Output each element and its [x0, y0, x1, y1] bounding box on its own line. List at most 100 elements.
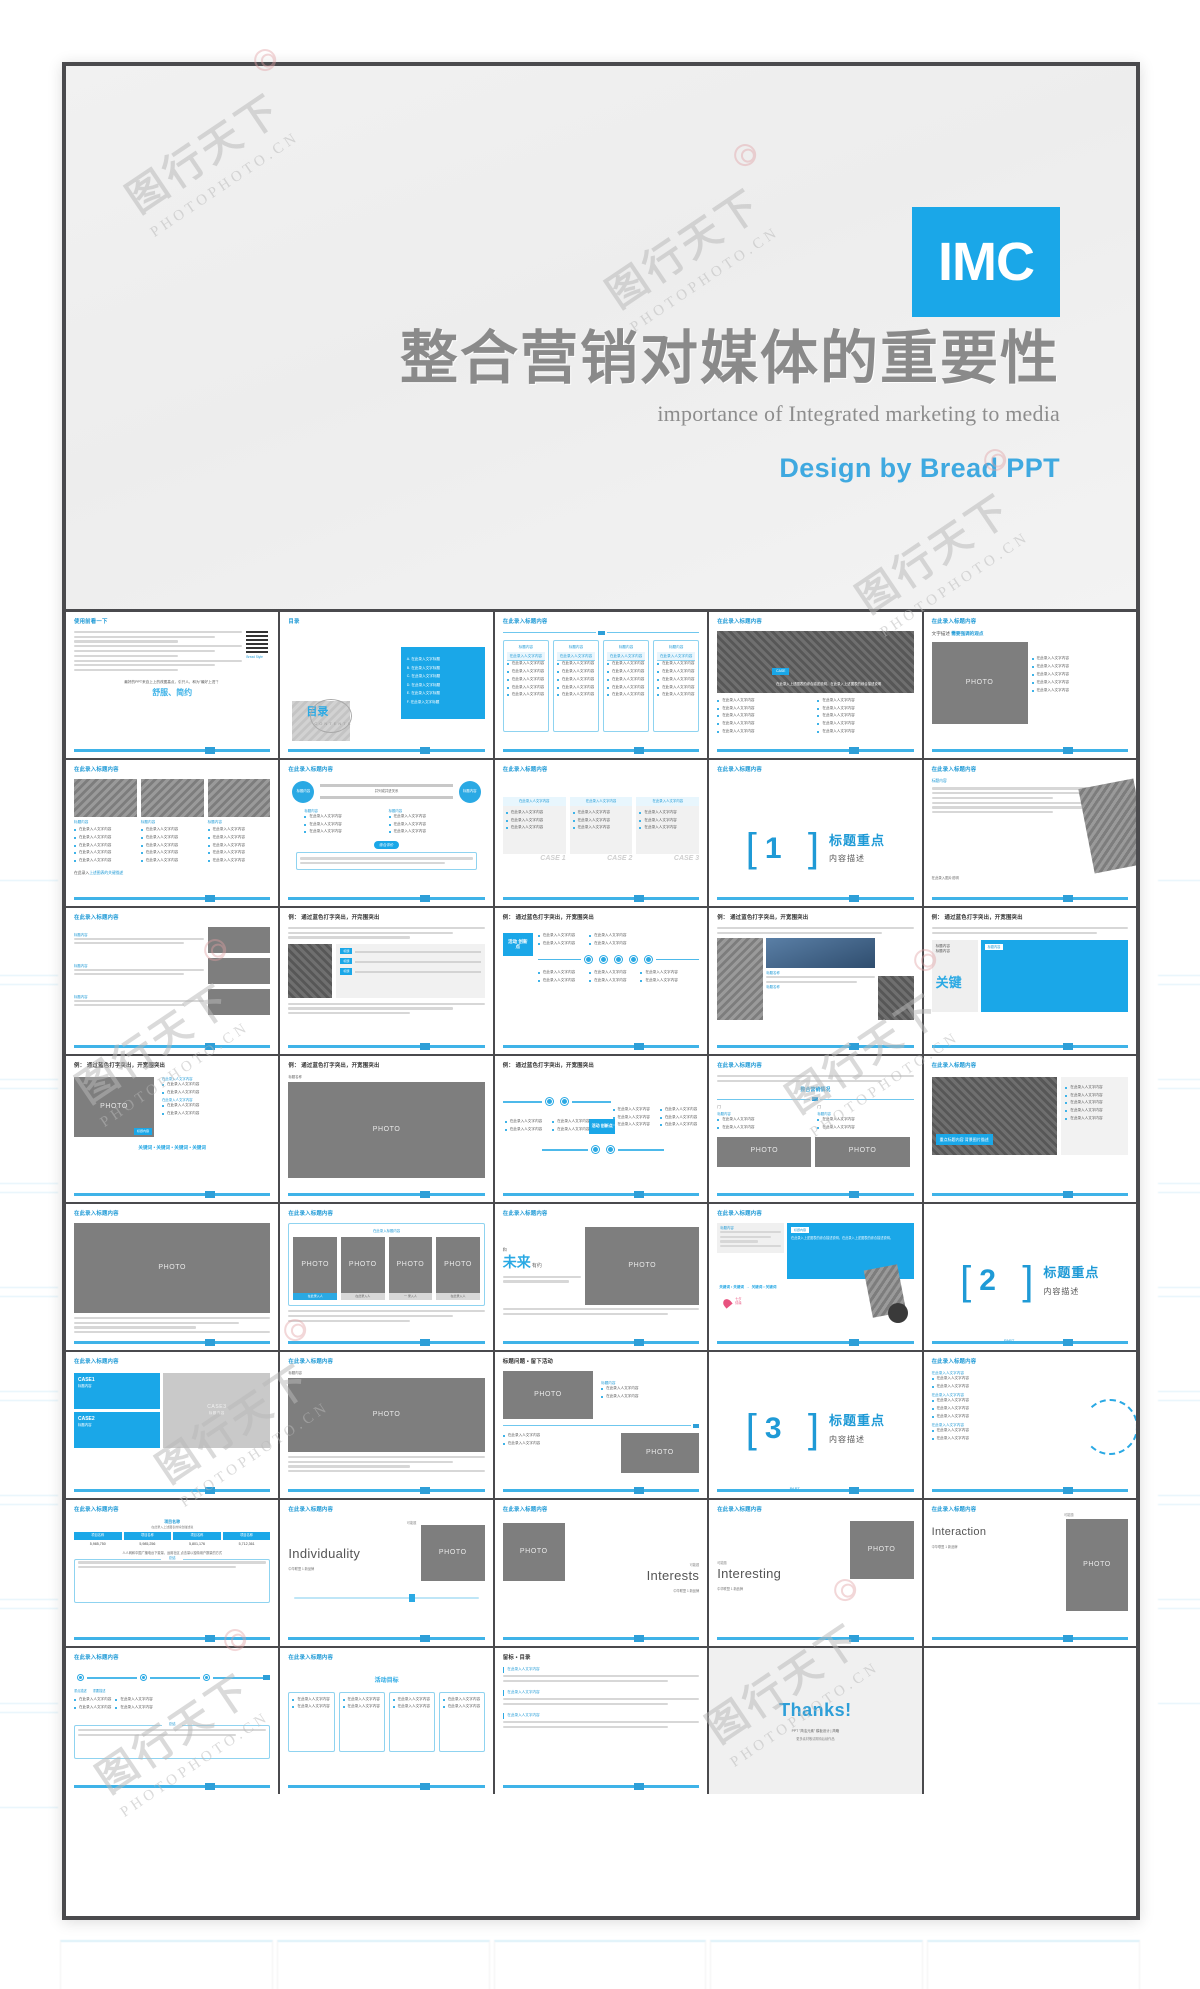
slide-title: 在此录入标题内容: [288, 1359, 334, 1365]
slide-thumbnail[interactable]: 在此录入标题内容 Interaction 中华联盟 1 新品牌 可能题 PHOT…: [923, 1500, 1136, 1646]
background-bleed-bottom: [60, 1940, 1140, 1989]
card-title: 标题内容: [668, 644, 684, 649]
slide-title: 例： 通过蓝色打字突出，开宽围突出: [502, 915, 594, 921]
slide-thumbnail[interactable]: 在此录入标题内容 PHOTO 可能题 Interests 中华联盟 1 新品牌: [494, 1500, 708, 1646]
slide-thumbnail[interactable]: 在此录入标题内容 重点描述 重要描述 在此录入人文字内容 在此录入人文字内容 在此录入…: [66, 1648, 279, 1794]
list-item: 在此录入人文字内容: [612, 1107, 650, 1112]
slide-thumbnail[interactable]: 在此录入标题内容 文字描述 需要强调的观点 PHOTO 在此录入人文字内容 在此录…: [923, 612, 1136, 758]
toc-item[interactable]: D. 在此录入文字标题: [407, 683, 479, 688]
card[interactable]: 标题内容 在此录入人文字内容 在此录入人文字内容 在此录入人文字内容 在此录入人文字…: [502, 639, 549, 732]
slide-thumbnail[interactable]: 在此录入标题内容 在此录入人文字内容 在此录入人文字内容 在此录入人文字内容 在此录…: [923, 1352, 1136, 1498]
slider[interactable]: [294, 1593, 479, 1602]
strip-tag[interactable]: 在此录入人: [293, 1292, 337, 1301]
slide-thumbnail[interactable]: 在此录入标题内容 在此录入标题内容 PHOTO 在此录入人 PHOTO 在此录入…: [280, 1204, 493, 1350]
slide-thumbnail[interactable]: 使用前看一下 Bread Style 最好的PPT来自上上的改图高点，引只人，和…: [66, 612, 279, 758]
slide-thumbnail[interactable]: 在此录入标题内容 重点标题内容 背景图片描述 在此录入人文字内容 在此录入人文字内…: [923, 1056, 1136, 1202]
slide-thumbnail[interactable]: 在此录入标题内容 活动目标 在此录入人文字内容 在此录入人文字内容 在此录入人文字…: [280, 1648, 493, 1794]
card[interactable]: 标题内容 在此录入人文字内容 在此录入人文字内容 在此录入人文字内容 在此录入人文字…: [602, 639, 650, 732]
case-card[interactable]: 在此录入人文字内容 在此录入人文字内容 在此录入人文字内容 在此录入人文字内容 CA…: [569, 796, 633, 864]
thanks-title: Thanks!: [779, 1699, 852, 1720]
slide-thumbnail[interactable]: 例： 通过蓝色打字突出，开宽围突出 标题名称 PHOTO: [280, 1056, 493, 1202]
case-block[interactable]: CASE3 标题内容: [163, 1372, 271, 1448]
card-head: 在此录入人文字内容: [657, 652, 696, 662]
slide-thumbnail[interactable]: 在此录入标题内容 在此录入人文字内容 在此录入人文字内容 在此录入人文字内容 在此录…: [494, 760, 708, 906]
slide-thumbnail[interactable]: Thanks! PPT "简洁元素" 模板设计 | 简略 更多素材敬请期待后续作…: [709, 1648, 922, 1794]
slide-thumbnail[interactable]: 在此录入标题内容 项目名称 在此录入上述图表的综合描述说 项目名称 5,985,…: [66, 1500, 279, 1646]
goal-card[interactable]: 在此录入人文字内容 在此录入人文字内容: [438, 1691, 485, 1752]
card[interactable]: 标题内容 在此录入人文字内容 在此录入人文字内容 在此录入人文字内容 在此录入人文字…: [653, 639, 700, 732]
case-card[interactable]: 在此录入人文字内容 在此录入人文字内容 在此录入人文字内容 在此录入人文字内容 CA…: [636, 796, 700, 864]
toc-item[interactable]: F. 在此录入文字标题: [407, 700, 479, 705]
list-item: 在此录入人文字内容: [556, 677, 595, 682]
toc-item[interactable]: B. 在此录入文字标题: [407, 666, 479, 671]
list-item: 在此录入人文字内容: [140, 835, 204, 840]
slide-thumbnail[interactable]: 例： 通过蓝色打字突出，开宽围突出 标题内容 标题内容 关键 标题内容: [923, 908, 1136, 1054]
bullet-list: 在此录入人文字内容 在此录入人文字内容 在此录入人文字内容 在此录入人文字内容 在此录入…: [207, 827, 271, 863]
slide-thumbnail[interactable]: [923, 1648, 1136, 1794]
slide-thumbnail[interactable]: 在此录入标题内容 CASE1 标题内容 CASE2 标题内容 CASE3 标题内容: [66, 1352, 279, 1498]
text-line: [288, 1460, 454, 1463]
slide-thumbnail[interactable]: 在此录入标题内容 标题内容 并列或并进关系 标题内容 标题内容 在此录入人文字内容…: [280, 760, 493, 906]
photo-placeholder: PHOTO: [717, 1136, 812, 1167]
list-item: 在此录入人文字内容: [817, 698, 913, 703]
goal-card[interactable]: 在此录入人文字内容 在此录入人文字内容: [388, 1691, 435, 1752]
card-head: 在此录入人文字内容: [606, 652, 646, 662]
slide-thumbnail[interactable]: [ 3 PART ] 标题重点 内容描述: [709, 1352, 922, 1498]
slide-thumbnail[interactable]: 在此录入标题内容 标题内容 在此录入人文字内容 在此录入人文字内容 在此录入人文字内…: [66, 760, 279, 906]
slide-thumbnail[interactable]: [ 2 PART ] 标题重点 内容描述: [923, 1204, 1136, 1350]
slide-thumbnail[interactable]: 在此录入标题内容 可能题 Interesting 中华联盟 1 新品牌 PHOT…: [709, 1500, 922, 1646]
case-block[interactable]: CASE2 标题内容: [74, 1411, 161, 1448]
list-item: 在此录入人文字内容: [606, 685, 645, 690]
list-item: 在此录入人文字内容: [392, 1697, 431, 1702]
text-line: [288, 1455, 485, 1458]
toc-item[interactable]: E. 在此录入文字标题: [407, 691, 479, 696]
slide-thumbnail[interactable]: 在此录入标题内容 [ 1 PART ] 标题重点 内容描述: [709, 760, 922, 906]
toc-item[interactable]: A. 在此录入文字标题: [407, 657, 479, 662]
strip-tag[interactable]: 一 录入人: [388, 1292, 433, 1301]
slide-thumbnail[interactable]: 目录 目录 CONTENTS A. 在此录入文字标题 B. 在此录入文字标题 C. …: [280, 612, 493, 758]
photo-placeholder: PHOTO: [436, 1236, 480, 1293]
slide-thumbnail[interactable]: 例： 通过蓝色打字突出，开完围突出 标题 标题 标题: [280, 908, 493, 1054]
slide-thumbnail[interactable]: 在此录入标题内容 标题内容 在此录入人文字内容 在此录入人文字内容 在此录入人文字…: [494, 612, 708, 758]
slide-thumbnail[interactable]: 在此录入标题内容 PHOTO: [66, 1204, 279, 1350]
slide-thumbnail[interactable]: 例： 通过蓝色打字突出，开宽围突出 活动 创新点 在此录入人文字内容 在此录入人文…: [494, 1056, 708, 1202]
slide-thumbnail[interactable]: 在此录入标题内容 标题内容 标题内容 在此录入上述图表的综合描述说明，在此录入上…: [709, 1204, 922, 1350]
bullet-list: 在此录入人文字内容 在此录入人文字内容 在此录入人文字内容: [572, 810, 630, 831]
slide-thumbnail[interactable]: 例： 通过蓝色打字突出，开宽围突出 标题名称 标题名称: [709, 908, 922, 1054]
text-line: [717, 931, 883, 934]
intro-footnote: 最好的PPT来自上上的改图高点，引只人，和为"最好上进"？: [124, 679, 221, 684]
slide-thumbnail[interactable]: 在此录入标题内容 在此录入上述图表的综合描述说明，在此录入上述图表的综合描述说明…: [709, 612, 922, 758]
text-line: [502, 1307, 700, 1311]
list-item: 在此录入人文字内容: [1065, 1108, 1128, 1113]
slide-thumbnail[interactable]: 在此录入标题内容 和 未来 有约 PHOTO: [494, 1204, 708, 1350]
case-head: 在此录入人文字内容: [636, 796, 700, 806]
strip-tag[interactable]: 在此录入人: [341, 1292, 385, 1301]
list-item: 在此录入人文字内容: [1065, 1100, 1128, 1105]
slide-thumbnail[interactable]: 在此录入标题内容 Individuality 中华联盟 1 新品牌 可能题 PH…: [280, 1500, 493, 1646]
slide-thumbnail[interactable]: 在此录入标题内容 整合营销情况 门 标题内容 在此录入人文字内容 在此录入人文字内容…: [709, 1056, 922, 1202]
slide-thumbnail[interactable]: 在此录入标题内容 标题内容 标题内容 标题内容: [66, 908, 279, 1054]
goal-card[interactable]: 在此录入人文字内容 在此录入人文字内容: [338, 1691, 385, 1752]
card[interactable]: 标题内容 在此录入人文字内容 在此录入人文字内容 在此录入人文字内容 在此录入人文字…: [552, 639, 599, 732]
slide-thumbnail[interactable]: 在此录入标题内容 标题内容 在此录入图片说明: [923, 760, 1136, 906]
text-line: [931, 931, 1097, 934]
list-item: 在此录入人文字内容: [552, 1127, 589, 1132]
slide-thumbnail[interactable]: 例： 通过蓝色打字突出，开宽围突出 PHOTO 标题内容 在此录入人文字内容 在…: [66, 1056, 279, 1202]
strip-tag[interactable]: 在此录入人: [436, 1292, 480, 1301]
case-block[interactable]: CASE1 标题内容: [74, 1372, 161, 1409]
toc-item[interactable]: C. 在此录入文字标题: [407, 674, 479, 679]
slide-title: 在此录入标题内容: [288, 1211, 334, 1217]
slide-thumbnail[interactable]: 在此录入标题内容 标题内容 PHOTO: [280, 1352, 493, 1498]
goal-card[interactable]: 在此录入人文字内容 在此录入人文字内容: [288, 1691, 335, 1752]
summary-button[interactable]: 综合评价: [374, 841, 399, 850]
section-number: 2: [979, 1264, 996, 1297]
slide-thumbnail[interactable]: 例： 通过蓝色打字突出，开宽围突出 活动 创新点 在此录入人文字内容 在此录入人文…: [494, 908, 708, 1054]
case-card[interactable]: 在此录入人文字内容 在此录入人文字内容 在此录入人文字内容 在此录入人文字内容 CA…: [502, 796, 566, 864]
slide-thumbnail[interactable]: 留标 • 目录 在此录入人文字内容 在此录入人文字内容 在此录入人文字内容: [494, 1648, 708, 1794]
photo-overlay: 重点标题内容 背景图片描述: [935, 1133, 993, 1145]
slide-title: 在此录入标题内容: [717, 1211, 762, 1217]
slide-thumbnail[interactable]: 标题问题 • 留下活动 PHOTO 标题内容 在此录入人文字内容 在此录入人文字内…: [494, 1352, 708, 1498]
list-item: 在此录入人文字内容: [292, 1697, 330, 1702]
kpi-value: 5,985,750: [89, 1541, 106, 1546]
list-item: 在此录入人文字内容: [162, 1082, 270, 1087]
